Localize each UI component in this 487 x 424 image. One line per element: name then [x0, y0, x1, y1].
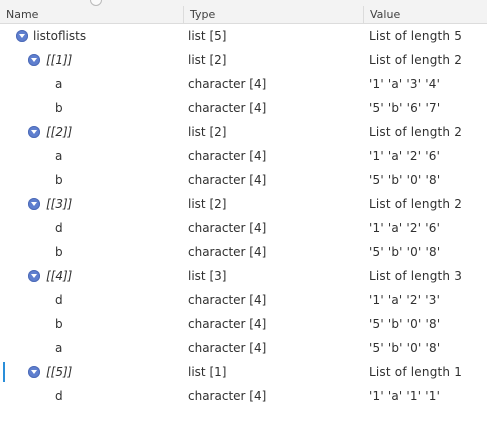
row-value: '5' 'b' '6' '7' [369, 101, 441, 115]
tree-row[interactable]: d character [4] '1' 'a' '2' '3' [0, 288, 487, 312]
tree-row[interactable]: b character [4] '5' 'b' '0' '8' [0, 240, 487, 264]
row-type: list [2] [188, 125, 227, 139]
row-type: character [4] [188, 245, 267, 259]
row-name: d [55, 221, 63, 235]
row-name: listoflists [33, 29, 87, 43]
expand-toggle-icon[interactable] [28, 126, 40, 138]
tree-row[interactable]: a character [4] '1' 'a' '3' '4' [0, 72, 487, 96]
row-type: list [1] [188, 365, 227, 379]
row-type: character [4] [188, 389, 267, 403]
tree-row[interactable]: d character [4] '1' 'a' '1' '1' [0, 384, 487, 408]
row-type: list [3] [188, 269, 227, 283]
row-name: a [55, 77, 63, 91]
row-value: '5' 'b' '0' '8' [369, 317, 441, 331]
row-value: '5' 'b' '0' '8' [369, 341, 441, 355]
tree-row[interactable]: [[3]] list [2] List of length 2 [0, 192, 487, 216]
column-header-value[interactable]: Value [363, 6, 487, 23]
row-value: List of length 5 [369, 29, 463, 43]
expand-toggle-icon[interactable] [28, 54, 40, 66]
row-value: List of length 1 [369, 365, 463, 379]
tree-row[interactable]: b character [4] '5' 'b' '6' '7' [0, 96, 487, 120]
row-type: character [4] [188, 293, 267, 307]
tree-rows: listoflists list [5] List of length 5 [[1]]… [0, 24, 487, 408]
row-value: '1' 'a' '2' '3' [369, 293, 441, 307]
row-value: List of length 3 [369, 269, 463, 283]
row-name: b [55, 317, 63, 331]
tree-row[interactable]: [[1]] list [2] List of length 2 [0, 48, 487, 72]
tree-row[interactable]: d character [4] '1' 'a' '2' '6' [0, 216, 487, 240]
row-name: d [55, 389, 63, 403]
row-type: character [4] [188, 317, 267, 331]
row-type: character [4] [188, 341, 267, 355]
focus-indicator [3, 362, 5, 382]
tree-row[interactable]: listoflists list [5] List of length 5 [0, 24, 487, 48]
row-value: '1' 'a' '2' '6' [369, 149, 441, 163]
tree-row[interactable]: a character [4] '1' 'a' '2' '6' [0, 144, 487, 168]
row-name: [[3]] [46, 197, 73, 211]
row-name: a [55, 341, 63, 355]
row-name: [[5]] [46, 365, 73, 379]
row-name: b [55, 245, 63, 259]
row-type: character [4] [188, 149, 267, 163]
row-name: b [55, 173, 63, 187]
row-type: character [4] [188, 173, 267, 187]
row-type: character [4] [188, 101, 267, 115]
column-header: Name Type Value [0, 6, 487, 24]
row-name: a [55, 149, 63, 163]
row-type: list [2] [188, 197, 227, 211]
row-name: [[1]] [46, 53, 73, 67]
row-value: List of length 2 [369, 197, 463, 211]
expand-toggle-icon[interactable] [28, 366, 40, 378]
expand-toggle-icon[interactable] [28, 270, 40, 282]
row-value: List of length 2 [369, 53, 463, 67]
tree-row[interactable]: [[2]] list [2] List of length 2 [0, 120, 487, 144]
column-header-name[interactable]: Name [0, 6, 183, 23]
tree-row[interactable]: [[4]] list [3] List of length 3 [0, 264, 487, 288]
row-name: [[2]] [46, 125, 73, 139]
row-value: '5' 'b' '0' '8' [369, 173, 441, 187]
row-name: d [55, 293, 63, 307]
row-value: List of length 2 [369, 125, 463, 139]
list-viewer: Name Type Value listoflists list [5] List … [0, 0, 487, 424]
column-header-type[interactable]: Type [183, 6, 363, 23]
row-value: '1' 'a' '2' '6' [369, 221, 441, 235]
row-type: character [4] [188, 221, 267, 235]
row-value: '5' 'b' '0' '8' [369, 245, 441, 259]
row-type: list [2] [188, 53, 227, 67]
row-value: '1' 'a' '1' '1' [369, 389, 441, 403]
tree-row[interactable]: b character [4] '5' 'b' '0' '8' [0, 168, 487, 192]
expand-toggle-icon[interactable] [28, 198, 40, 210]
expand-toggle-icon[interactable] [16, 30, 28, 42]
tree-row[interactable]: [[5]] list [1] List of length 1 [0, 360, 487, 384]
tree-row[interactable]: a character [4] '5' 'b' '0' '8' [0, 336, 487, 360]
row-type: list [5] [188, 29, 227, 43]
row-name: [[4]] [46, 269, 73, 283]
row-name: b [55, 101, 63, 115]
row-type: character [4] [188, 77, 267, 91]
row-value: '1' 'a' '3' '4' [369, 77, 441, 91]
tree-row[interactable]: b character [4] '5' 'b' '0' '8' [0, 312, 487, 336]
